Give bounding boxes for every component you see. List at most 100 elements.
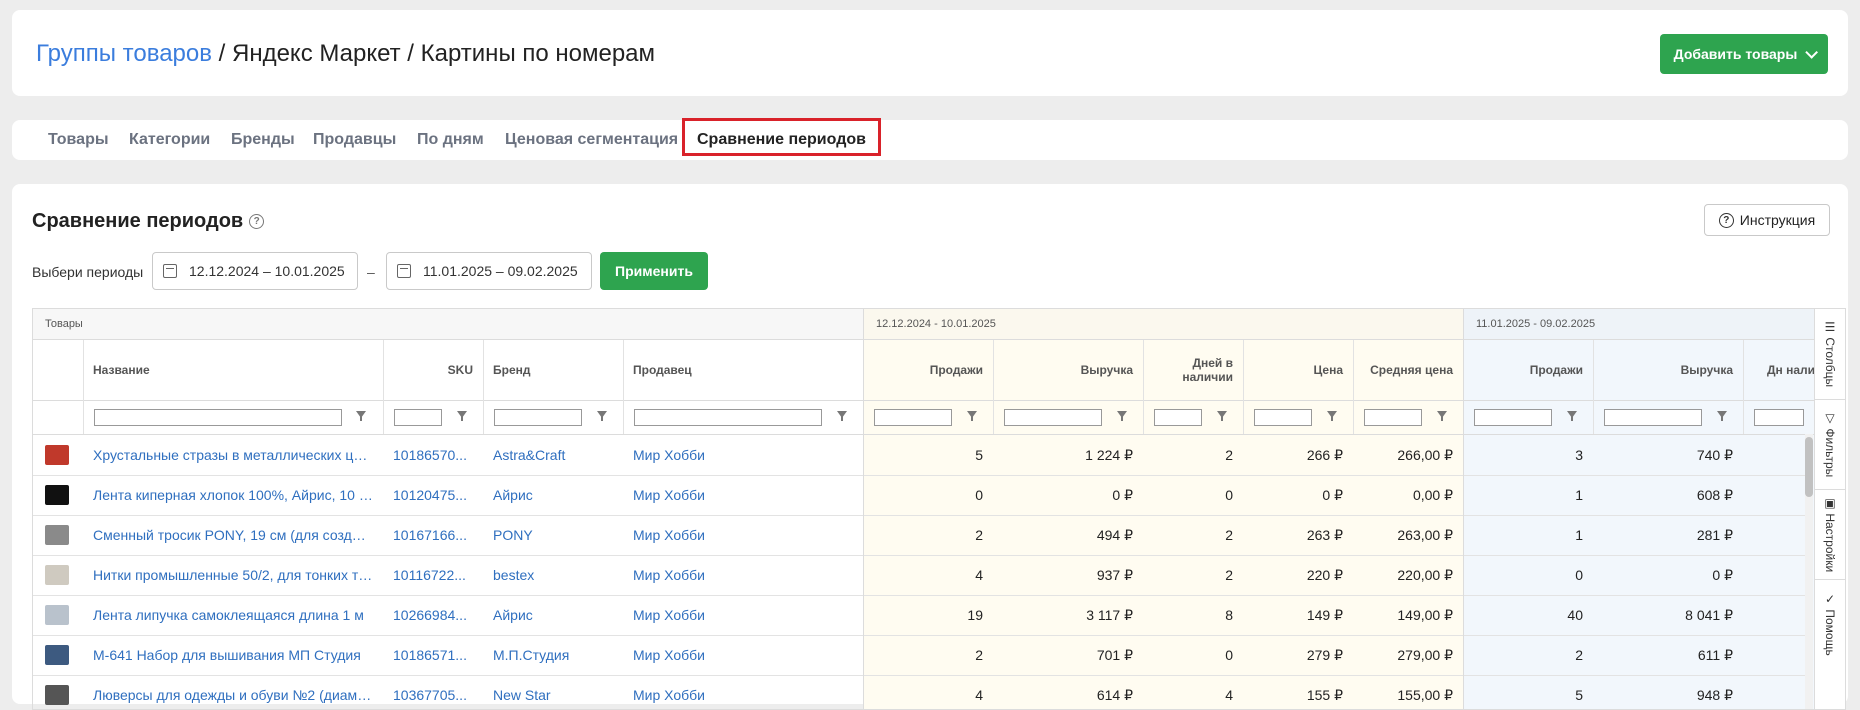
side-columns-button[interactable]: ☰ Столбцы bbox=[1815, 309, 1845, 400]
col-p2-sales[interactable]: Продажи bbox=[1463, 340, 1593, 400]
period1-picker[interactable]: 12.12.2024 – 10.01.2025 bbox=[152, 252, 358, 290]
col-p1-revenue[interactable]: Выручка bbox=[993, 340, 1143, 400]
table-row[interactable]: Люверсы для одежды и обуви №2 (диаметр) 1… bbox=[33, 675, 1813, 709]
cell-p2-revenue: 740 ₽ bbox=[1696, 447, 1733, 463]
table-row[interactable]: Лента липучка самоклеящаяся длина 1 м 102… bbox=[33, 595, 1813, 636]
cell-sku[interactable]: 10266984... bbox=[383, 595, 483, 635]
cell-seller[interactable]: Мир Хобби bbox=[623, 515, 863, 555]
filter-icon[interactable] bbox=[457, 411, 467, 421]
cell-p1-price: 220 ₽ bbox=[1306, 567, 1343, 583]
cell-brand[interactable]: bestex bbox=[483, 555, 623, 595]
cell-seller[interactable]: Мир Хобби bbox=[623, 595, 863, 635]
tab-period-comparison[interactable]: Сравнение периодов bbox=[682, 118, 881, 156]
filter-p1-revenue-input[interactable] bbox=[1004, 409, 1102, 426]
vertical-scrollbar[interactable] bbox=[1805, 434, 1813, 709]
col-p1-price[interactable]: Цена bbox=[1243, 340, 1353, 400]
product-thumbnail[interactable] bbox=[45, 645, 69, 665]
tab-price-segmentation[interactable]: Ценовая сегментация bbox=[505, 120, 678, 160]
filter-icon[interactable] bbox=[1327, 411, 1337, 421]
tab-by-days[interactable]: По дням bbox=[417, 120, 484, 160]
side-help-button[interactable]: ✓ Помощь bbox=[1815, 579, 1845, 669]
filter-icon[interactable] bbox=[967, 411, 977, 421]
scrollbar-thumb[interactable] bbox=[1805, 437, 1813, 497]
col-sku[interactable]: SKU bbox=[383, 340, 483, 400]
col-p1-avg-price[interactable]: Средняя цена bbox=[1353, 340, 1463, 400]
cell-seller[interactable]: Мир Хобби bbox=[623, 555, 863, 595]
cell-seller[interactable]: Мир Хобби bbox=[623, 675, 863, 709]
filter-name-input[interactable] bbox=[94, 409, 342, 426]
cell-sku[interactable]: 10116722... bbox=[383, 555, 483, 595]
tab-products[interactable]: Товары bbox=[48, 120, 109, 160]
col-separator bbox=[1243, 340, 1244, 434]
cell-name[interactable]: Нитки промышленные 50/2, для тонких ткан… bbox=[83, 555, 383, 595]
filter-icon[interactable] bbox=[356, 411, 366, 421]
filter-sku-input[interactable] bbox=[394, 409, 442, 426]
filter-brand-input[interactable] bbox=[494, 409, 582, 426]
cell-name[interactable]: Лента киперная хлопок 100%, Айрис, 10 мм bbox=[83, 475, 383, 515]
product-thumbnail[interactable] bbox=[45, 565, 69, 585]
cell-brand[interactable]: PONY bbox=[483, 515, 623, 555]
instruction-button[interactable]: ? Инструкция bbox=[1704, 204, 1830, 236]
col-p1-sales[interactable]: Продажи bbox=[863, 340, 993, 400]
table-row[interactable]: Нитки промышленные 50/2, для тонких ткан… bbox=[33, 555, 1813, 596]
cell-name[interactable]: М-641 Набор для вышивания МП Студия bbox=[83, 635, 383, 675]
col-brand[interactable]: Бренд bbox=[483, 340, 623, 400]
product-thumbnail[interactable] bbox=[45, 685, 69, 705]
help-icon[interactable]: ? bbox=[249, 214, 265, 230]
cell-name[interactable]: Сменный тросик PONY, 19 см (для создания… bbox=[83, 515, 383, 555]
filter-icon[interactable] bbox=[1437, 411, 1447, 421]
cell-brand[interactable]: Astra&Craft bbox=[483, 435, 623, 475]
cell-brand[interactable]: Айрис bbox=[483, 475, 623, 515]
filter-icon[interactable] bbox=[1567, 411, 1577, 421]
filter-p1-days-input[interactable] bbox=[1154, 409, 1202, 426]
apply-button[interactable]: Применить bbox=[600, 252, 708, 290]
product-thumbnail[interactable] bbox=[45, 445, 69, 465]
tab-sellers[interactable]: Продавцы bbox=[313, 120, 396, 160]
cell-brand[interactable]: Айрис bbox=[483, 595, 623, 635]
filter-icon[interactable] bbox=[1217, 411, 1227, 421]
col-p2-revenue[interactable]: Выручка bbox=[1593, 340, 1743, 400]
cell-seller[interactable]: Мир Хобби bbox=[623, 475, 863, 515]
cell-seller[interactable]: Мир Хобби bbox=[623, 435, 863, 475]
cell-sku[interactable]: 10186571... bbox=[383, 635, 483, 675]
filter-p1-price-input[interactable] bbox=[1254, 409, 1312, 426]
filter-icon[interactable] bbox=[1117, 411, 1127, 421]
side-settings-button[interactable]: ▣ Настройки bbox=[1815, 489, 1845, 580]
col-name[interactable]: Название bbox=[83, 340, 383, 400]
cell-name[interactable]: Лента липучка самоклеящаяся длина 1 м bbox=[83, 595, 383, 635]
cell-seller[interactable]: Мир Хобби bbox=[623, 635, 863, 675]
tab-brands[interactable]: Бренды bbox=[231, 120, 295, 160]
table-row[interactable]: М-641 Набор для вышивания МП Студия 10186… bbox=[33, 635, 1813, 676]
filter-icon[interactable] bbox=[597, 411, 607, 421]
col-seller[interactable]: Продавец bbox=[623, 340, 863, 400]
filter-p1-sales-input[interactable] bbox=[874, 409, 952, 426]
cell-sku[interactable]: 10186570... bbox=[383, 435, 483, 475]
side-filters-button[interactable]: ▽ Фильтры bbox=[1815, 399, 1845, 490]
cell-brand[interactable]: New Star bbox=[483, 675, 623, 709]
cell-sku[interactable]: 10167166... bbox=[383, 515, 483, 555]
breadcrumb-link-groups[interactable]: Группы товаров bbox=[36, 40, 212, 67]
filter-p2-sales-input[interactable] bbox=[1474, 409, 1552, 426]
cell-brand[interactable]: М.П.Студия bbox=[483, 635, 623, 675]
tab-categories[interactable]: Категории bbox=[129, 120, 210, 160]
filter-icon[interactable] bbox=[1717, 411, 1727, 421]
filter-p2-days-input[interactable] bbox=[1754, 409, 1804, 426]
cell-sku[interactable]: 10367705... bbox=[383, 675, 483, 709]
table-row[interactable]: Сменный тросик PONY, 19 см (для создания… bbox=[33, 515, 1813, 556]
filter-p1-avg-input[interactable] bbox=[1364, 409, 1422, 426]
product-thumbnail[interactable] bbox=[45, 605, 69, 625]
table-row[interactable]: Хрустальные стразы в металлических цапах… bbox=[33, 435, 1813, 476]
table-row[interactable]: Лента киперная хлопок 100%, Айрис, 10 мм… bbox=[33, 475, 1813, 516]
filter-icon[interactable] bbox=[837, 411, 847, 421]
filter-seller-input[interactable] bbox=[634, 409, 822, 426]
cell-name[interactable]: Хрустальные стразы в металлических цапах bbox=[83, 435, 383, 475]
period2-picker[interactable]: 11.01.2025 – 09.02.2025 bbox=[386, 252, 592, 290]
col-p1-days[interactable]: Дней в наличии bbox=[1143, 340, 1243, 400]
col-p2-days[interactable]: Дн нали bbox=[1743, 340, 1815, 400]
cell-sku[interactable]: 10120475... bbox=[383, 475, 483, 515]
add-products-button[interactable]: Добавить товары bbox=[1660, 34, 1828, 74]
product-thumbnail[interactable] bbox=[45, 485, 69, 505]
cell-name[interactable]: Люверсы для одежды и обуви №2 (диаметр) bbox=[83, 675, 383, 709]
product-thumbnail[interactable] bbox=[45, 525, 69, 545]
filter-p2-revenue-input[interactable] bbox=[1604, 409, 1702, 426]
